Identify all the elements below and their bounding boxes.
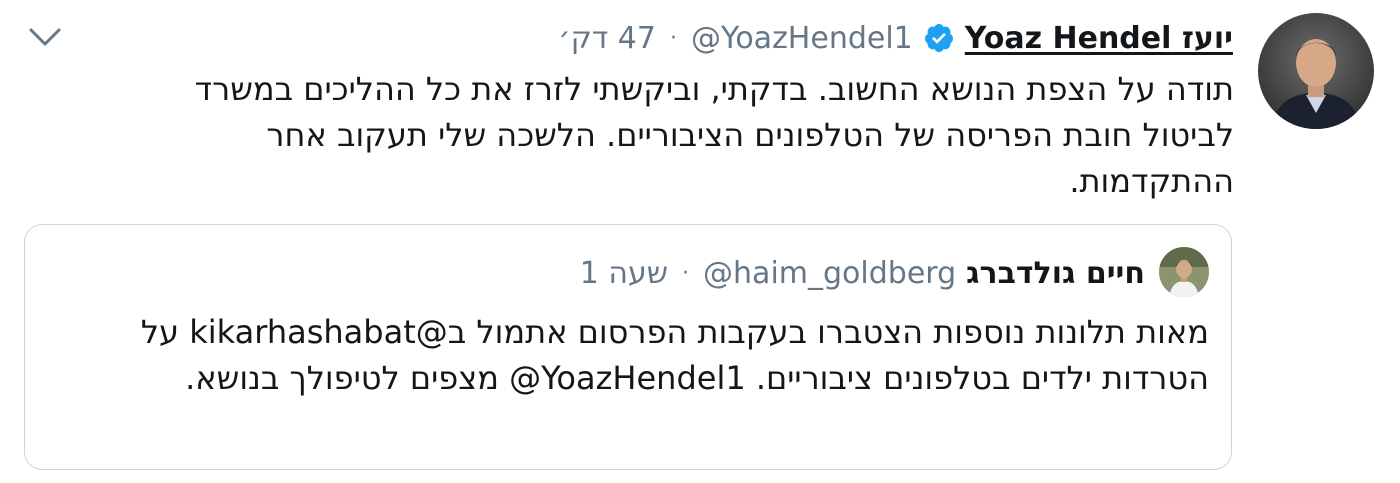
verified-badge-icon bbox=[923, 22, 955, 54]
quoted-header-separator: · bbox=[682, 260, 690, 286]
quoted-author-avatar[interactable] bbox=[1159, 247, 1209, 297]
tweet: יועז Yoaz Hendel @YoazHendel1 · 47 דק׳ ת… bbox=[0, 0, 1400, 483]
quoted-tweet-header: חיים גולדברג @haim_goldberg · שעה 1 bbox=[580, 249, 1145, 297]
chevron-down-icon[interactable] bbox=[28, 26, 62, 48]
quoted-tweet-timestamp[interactable]: שעה 1 bbox=[580, 256, 668, 291]
author-handle[interactable]: @YoazHendel1 bbox=[691, 21, 913, 56]
tweet-text: תודה על הצפת הנושא החשוב. בדקתי, וביקשתי… bbox=[194, 70, 1234, 200]
author-display-name[interactable]: יועז Yoaz Hendel bbox=[965, 21, 1233, 56]
quoted-tweet[interactable]: חיים גולדברג @haim_goldberg · שעה 1 מאות… bbox=[24, 224, 1232, 470]
author-avatar[interactable] bbox=[1258, 13, 1374, 129]
quoted-author-handle[interactable]: @haim_goldberg bbox=[703, 256, 956, 291]
quoted-author-display-name[interactable]: חיים גולדברג bbox=[966, 256, 1145, 291]
quoted-tweet-text: מאות תלונות נוספות הצטברו בעקבות הפרסום … bbox=[140, 313, 1209, 397]
tweet-timestamp[interactable]: 47 דק׳ bbox=[558, 21, 656, 56]
header-separator: · bbox=[669, 25, 677, 51]
tweet-header: יועז Yoaz Hendel @YoazHendel1 · 47 דק׳ bbox=[558, 12, 1233, 64]
